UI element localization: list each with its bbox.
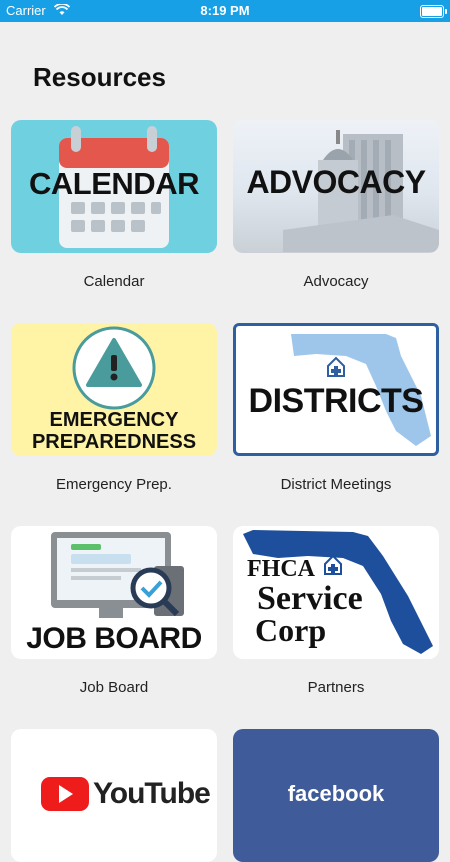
partners-label: Partners [307, 679, 365, 696]
status-time: 8:19 PM [200, 3, 250, 18]
calendar-image-text: CALENDAR [29, 166, 199, 201]
partners-image[interactable]: FHCA Service Corp [233, 526, 439, 659]
district-meetings-label: District Meetings [280, 476, 392, 493]
job-board-tile[interactable]: JOB BOARD Job Board [11, 526, 217, 696]
district-meetings-image[interactable]: DISTRICTS [233, 323, 439, 456]
job-board-image-text: JOB BOARD [26, 622, 202, 655]
calendar-tile[interactable]: CALENDAR Calendar [11, 120, 217, 290]
youtube-tile[interactable]: YouTube [11, 729, 217, 862]
advocacy-tile[interactable]: ADVOCACY Advocacy [233, 120, 439, 290]
calendar-image[interactable]: CALENDAR [11, 120, 217, 253]
emergency-image-line1: EMERGENCY [49, 409, 179, 431]
facebook-image[interactable]: facebook [233, 729, 439, 862]
advocacy-image-text: ADVOCACY [246, 164, 426, 200]
page-title: Resources [33, 62, 166, 92]
youtube-image[interactable]: YouTube [11, 729, 217, 862]
calendar-label: Calendar [83, 273, 145, 290]
districts-image-text: DISTRICTS [248, 382, 424, 420]
status-bar: Carrier 8:19 PM [0, 0, 450, 22]
facebook-tile[interactable]: facebook [233, 729, 439, 862]
battery-icon [420, 5, 447, 18]
partners-image-text-3: Corp [255, 612, 327, 648]
emergency-image-line2: PREPAREDNESS [31, 431, 197, 453]
advocacy-image[interactable]: ADVOCACY [233, 120, 439, 253]
job-board-image[interactable]: JOB BOARD [11, 526, 217, 659]
emergency-prep-image[interactable]: EMERGENCY PREPAREDNESS [11, 323, 217, 456]
emergency-prep-tile[interactable]: EMERGENCY PREPAREDNESS Emergency Prep. [11, 323, 217, 493]
emergency-prep-label: Emergency Prep. [56, 476, 172, 493]
emergency-image-text: EMERGENCY PREPAREDNESS [11, 409, 217, 453]
advocacy-label: Advocacy [303, 273, 369, 290]
facebook-image-text: facebook [287, 781, 385, 806]
youtube-image-text: YouTube [93, 777, 211, 810]
partners-tile[interactable]: FHCA Service Corp Partners [233, 526, 439, 696]
district-meetings-tile[interactable]: DISTRICTS District Meetings [233, 323, 439, 493]
job-board-label: Job Board [79, 679, 149, 696]
partners-image-text-1: FHCA [247, 556, 315, 582]
